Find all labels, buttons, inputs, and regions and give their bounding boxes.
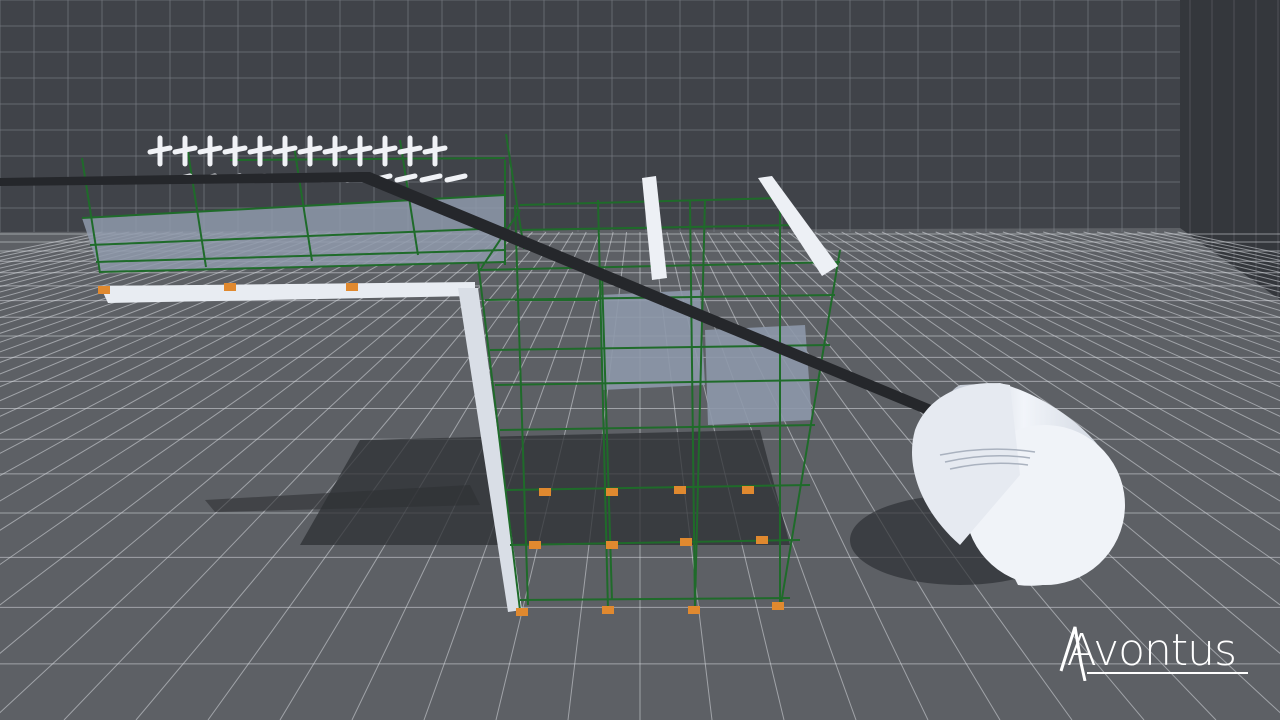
logo-underline [1086,672,1248,674]
logo-text: Avontus [1066,625,1237,676]
3d-viewport[interactable]: Avontus [0,0,1280,720]
logo-mark-icon [1059,626,1087,681]
scaffold-scene[interactable] [0,0,1280,720]
avontus-logo: Avontus [1059,625,1248,681]
